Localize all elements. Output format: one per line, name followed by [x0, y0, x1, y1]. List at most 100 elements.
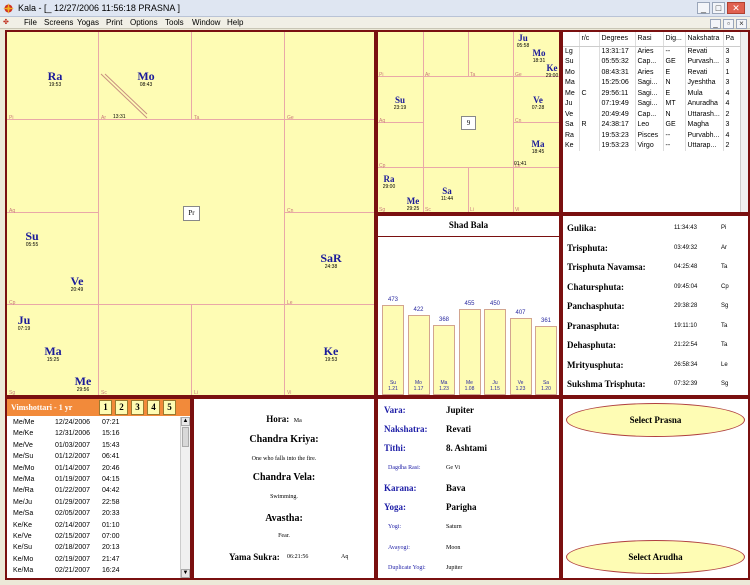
- shad-bala-ratio: 1.17: [413, 386, 424, 392]
- menu-window[interactable]: Window: [192, 18, 220, 27]
- sign-label-cn: Cn: [287, 208, 294, 214]
- dasha-row[interactable]: Me/Sa 02/05/2007 20:33: [13, 510, 120, 517]
- d9-sign-sc: Sc: [425, 207, 431, 213]
- dasha-row[interactable]: Me/Ra 01/22/2007 04:42: [13, 487, 120, 494]
- dasha-row[interactable]: Me/Ju 01/29/2007 22:58: [13, 499, 120, 506]
- dasha-level-tab-4[interactable]: 4: [147, 400, 160, 415]
- sphuta-label: Trisphuta:: [567, 242, 608, 253]
- dasha-row[interactable]: Ke/Ma 02/21/2007 16:24: [13, 567, 120, 574]
- dasha-period: Me/Ke: [13, 430, 34, 438]
- table-row[interactable]: Ju 07:19:49 Sagi... MT Anuradha 4: [563, 98, 748, 109]
- sign-label-sc: Sc: [101, 390, 107, 396]
- table-row[interactable]: Ra 19:53:23 Pisces -- Purvabh... 4: [563, 130, 748, 141]
- sphuta-label: Gulika:: [567, 223, 597, 233]
- scroll-down-icon[interactable]: ▼: [181, 569, 190, 578]
- dasha-row[interactable]: Me/Su 01/12/2007 06:41: [13, 453, 120, 460]
- menu-file[interactable]: File: [24, 18, 37, 27]
- sphuta-label: Pranasphuta:: [567, 320, 620, 331]
- shad-bala-title: Shad Bala: [448, 220, 489, 230]
- table-cell: Me: [563, 88, 580, 99]
- menu-print[interactable]: Print: [106, 18, 122, 27]
- select-prasna-button[interactable]: Select Prasna: [566, 403, 745, 437]
- table-row[interactable]: Ma 15:25:06 Sagi... N Jyeshtha 3: [563, 77, 748, 88]
- table-row[interactable]: Ke 19:53:23 Virgo -- Uttarap... 2: [563, 140, 748, 151]
- sphuta-degree: 03:49:32: [674, 244, 698, 251]
- dasha-time: 20:13: [102, 544, 120, 552]
- navamsa-chart[interactable]: Pi Ar Ta Ge Aq Cn Cp Le Sg Sc Li Vi 01:4…: [376, 30, 561, 214]
- table-row[interactable]: Mo 08:43:31 Aries E Revati 1: [563, 67, 748, 78]
- scroll-thumb[interactable]: [182, 427, 189, 447]
- dasha-row[interactable]: Me/Ma 01/19/2007 04:15: [13, 476, 120, 483]
- dasha-row[interactable]: Ke/Ke 02/14/2007 01:10: [13, 522, 120, 529]
- yoga-label: Yoga:: [384, 502, 406, 512]
- menu-tools[interactable]: Tools: [165, 18, 184, 27]
- table-cell: Mula: [685, 88, 724, 99]
- navamsa-division-button[interactable]: 9: [461, 116, 476, 130]
- table-cell: 15:25:06: [599, 77, 636, 88]
- mdi-restore-button[interactable]: ▫: [723, 19, 734, 29]
- dasha-row[interactable]: Ke/Ve 02/15/2007 07:00: [13, 533, 120, 540]
- dasha-level-tab-1[interactable]: 1: [99, 400, 112, 415]
- dasha-row[interactable]: Me/Mo 01/14/2007 20:46: [13, 465, 120, 472]
- dasha-scrollbar[interactable]: ▲ ▼: [180, 417, 190, 578]
- dasha-title[interactable]: Vimshottari - 1 yr: [11, 403, 72, 412]
- table-cell: Sa: [563, 119, 580, 130]
- maximize-button[interactable]: □: [712, 2, 725, 14]
- dasha-row[interactable]: Ke/Su 02/18/2007 20:13: [13, 544, 120, 551]
- sphuta-sign: Ar: [721, 244, 727, 251]
- sign-label-ge: Ge: [287, 115, 294, 121]
- dasha-date: 01/03/2007: [55, 441, 91, 449]
- menu-screens[interactable]: Screens: [44, 18, 73, 27]
- yoga-value: Parigha: [446, 502, 477, 512]
- col-rc[interactable]: r/c: [579, 32, 600, 47]
- minimize-button[interactable]: _: [697, 2, 710, 14]
- scroll-up-icon[interactable]: ▲: [181, 417, 190, 426]
- menu-options[interactable]: Options: [130, 18, 158, 27]
- d9-planet-ma: Ma 18:45: [531, 139, 545, 155]
- col-rasi[interactable]: Rasi: [635, 32, 664, 47]
- col-dig[interactable]: Dig...: [663, 32, 686, 47]
- prasna-center-button[interactable]: Pr: [183, 206, 200, 221]
- table-row[interactable]: Lg 13:31:17 Aries -- Revati 3: [563, 46, 748, 57]
- select-arudha-button[interactable]: Select Arudha: [566, 540, 745, 574]
- dasha-row[interactable]: Ke/Mo 02/19/2007 21:47: [13, 556, 120, 563]
- table-row[interactable]: Su 05:55:32 Cap... GE Purvash... 3: [563, 56, 748, 67]
- dasha-level-tab-5[interactable]: 5: [163, 400, 176, 415]
- dasha-row[interactable]: Me/Ke 12/31/2006 15:16: [13, 430, 120, 438]
- planet-positions-table[interactable]: r/c Degrees Rasi Dig... Nakshatra Pa Lg 1…: [561, 30, 750, 214]
- dasha-row[interactable]: Me/Ve 01/03/2007 15:43: [13, 442, 120, 449]
- mdi-minimize-button[interactable]: _: [710, 19, 721, 29]
- dasha-date: 02/14/2007: [55, 521, 91, 529]
- dasha-date: 01/14/2007: [55, 464, 91, 472]
- table-row[interactable]: Ve 20:49:49 Cap... N Uttarash... 2: [563, 109, 748, 120]
- col-planet[interactable]: [563, 32, 580, 47]
- table-row[interactable]: Sa R 24:38:17 Leo GE Magha 3: [563, 119, 748, 130]
- col-nakshatra[interactable]: Nakshatra: [685, 32, 724, 47]
- menu-yogas[interactable]: Yogas: [77, 18, 99, 27]
- duplicate-yogi-value: Jupiter: [446, 565, 463, 571]
- dasha-row[interactable]: Me/Me 12/24/2006 07:21: [13, 419, 120, 426]
- dasha-level-tab-2[interactable]: 2: [115, 400, 128, 415]
- mdi-close-button[interactable]: ×: [736, 19, 747, 29]
- table-row[interactable]: Me C 29:56:11 Sagi... E Mula 4: [563, 88, 748, 99]
- table-cell: MT: [663, 98, 686, 109]
- table-cell: [579, 140, 600, 151]
- lagna-degree: 13:31: [113, 114, 126, 120]
- table-cell: [579, 46, 600, 57]
- table-cell: E: [663, 67, 686, 78]
- menu-app-icon[interactable]: ✤: [3, 18, 9, 26]
- menu-bar: ✤ File Screens Yogas Print Options Tools…: [0, 17, 750, 29]
- shad-bala-ratio: 1.08: [464, 386, 475, 392]
- dasha-list[interactable]: Me/Me 12/24/2006 07:21 Me/Ke 12/31/2006 15:16…: [7, 417, 179, 578]
- dasha-time: 22:58: [102, 498, 120, 506]
- dasha-level-tab-3[interactable]: 3: [131, 400, 144, 415]
- col-degrees[interactable]: Degrees: [599, 32, 636, 47]
- rasi-chart[interactable]: Pi Ar Ta Ge Cn Le Vi Li Sc Sg Cp Aq 13:3…: [5, 30, 376, 397]
- close-button[interactable]: ✕: [727, 2, 745, 14]
- table-cell: --: [663, 140, 686, 151]
- table-cell: Ke: [563, 140, 580, 151]
- menu-help[interactable]: Help: [227, 18, 243, 27]
- dasha-date: 01/22/2007: [55, 487, 91, 495]
- vertical-scrollbar[interactable]: [740, 32, 748, 212]
- shad-bala-bar-label: Sa 1.20: [535, 380, 557, 392]
